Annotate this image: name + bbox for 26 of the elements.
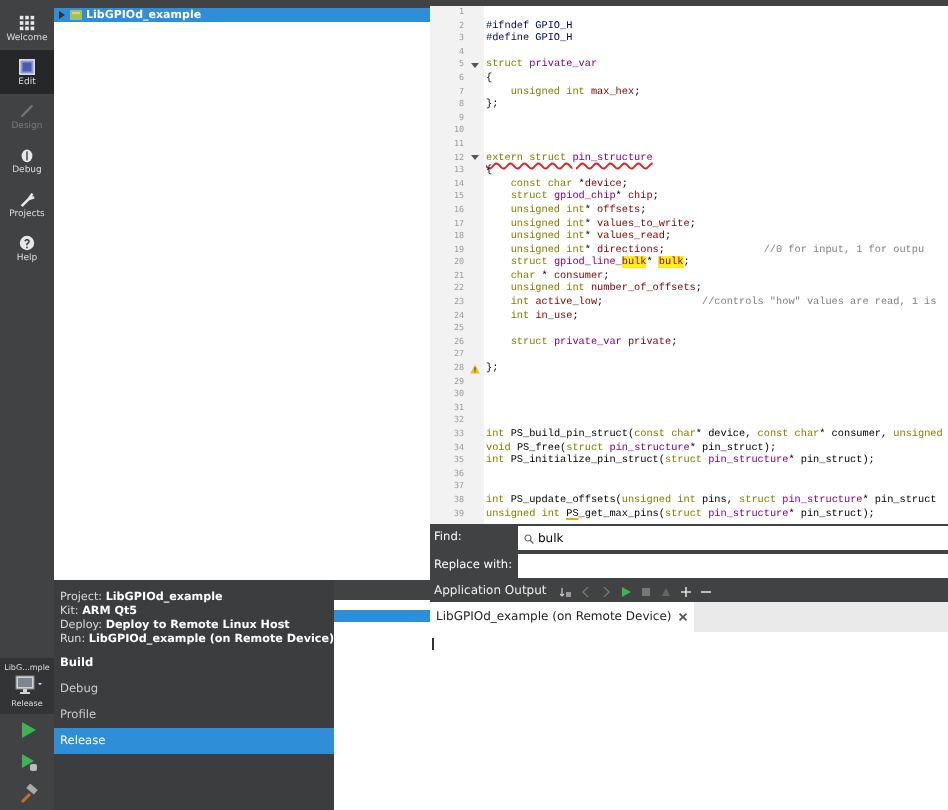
plus-icon[interactable]	[680, 585, 693, 597]
back-icon[interactable]	[580, 585, 593, 597]
forward-icon[interactable]	[600, 585, 613, 597]
hammer-icon[interactable]	[17, 784, 37, 804]
debug-run-icon[interactable]	[17, 752, 37, 772]
fold-arrow-icon[interactable]	[469, 152, 479, 163]
collapsed-arrow-icon[interactable]	[58, 10, 66, 20]
close-icon[interactable]	[677, 612, 688, 622]
run-icon[interactable]	[17, 720, 37, 740]
grid-icon	[18, 13, 36, 31]
bug-icon	[18, 145, 36, 163]
monitor-icon[interactable]	[13, 674, 41, 696]
project-icon	[70, 10, 82, 20]
wrench-icon	[18, 189, 36, 207]
filter-icon[interactable]	[560, 585, 573, 597]
search-icon	[524, 533, 534, 543]
code-editor[interactable]	[430, 0, 948, 524]
pen-icon	[18, 101, 36, 119]
help-icon	[18, 233, 36, 251]
stop-icon[interactable]	[640, 585, 653, 597]
text-cursor	[432, 638, 434, 650]
document-icon	[18, 57, 36, 75]
run-icon[interactable]	[620, 585, 633, 597]
minus-icon[interactable]	[700, 585, 713, 597]
replace-field[interactable]	[518, 554, 948, 578]
fold-arrow-icon[interactable]	[469, 60, 479, 71]
